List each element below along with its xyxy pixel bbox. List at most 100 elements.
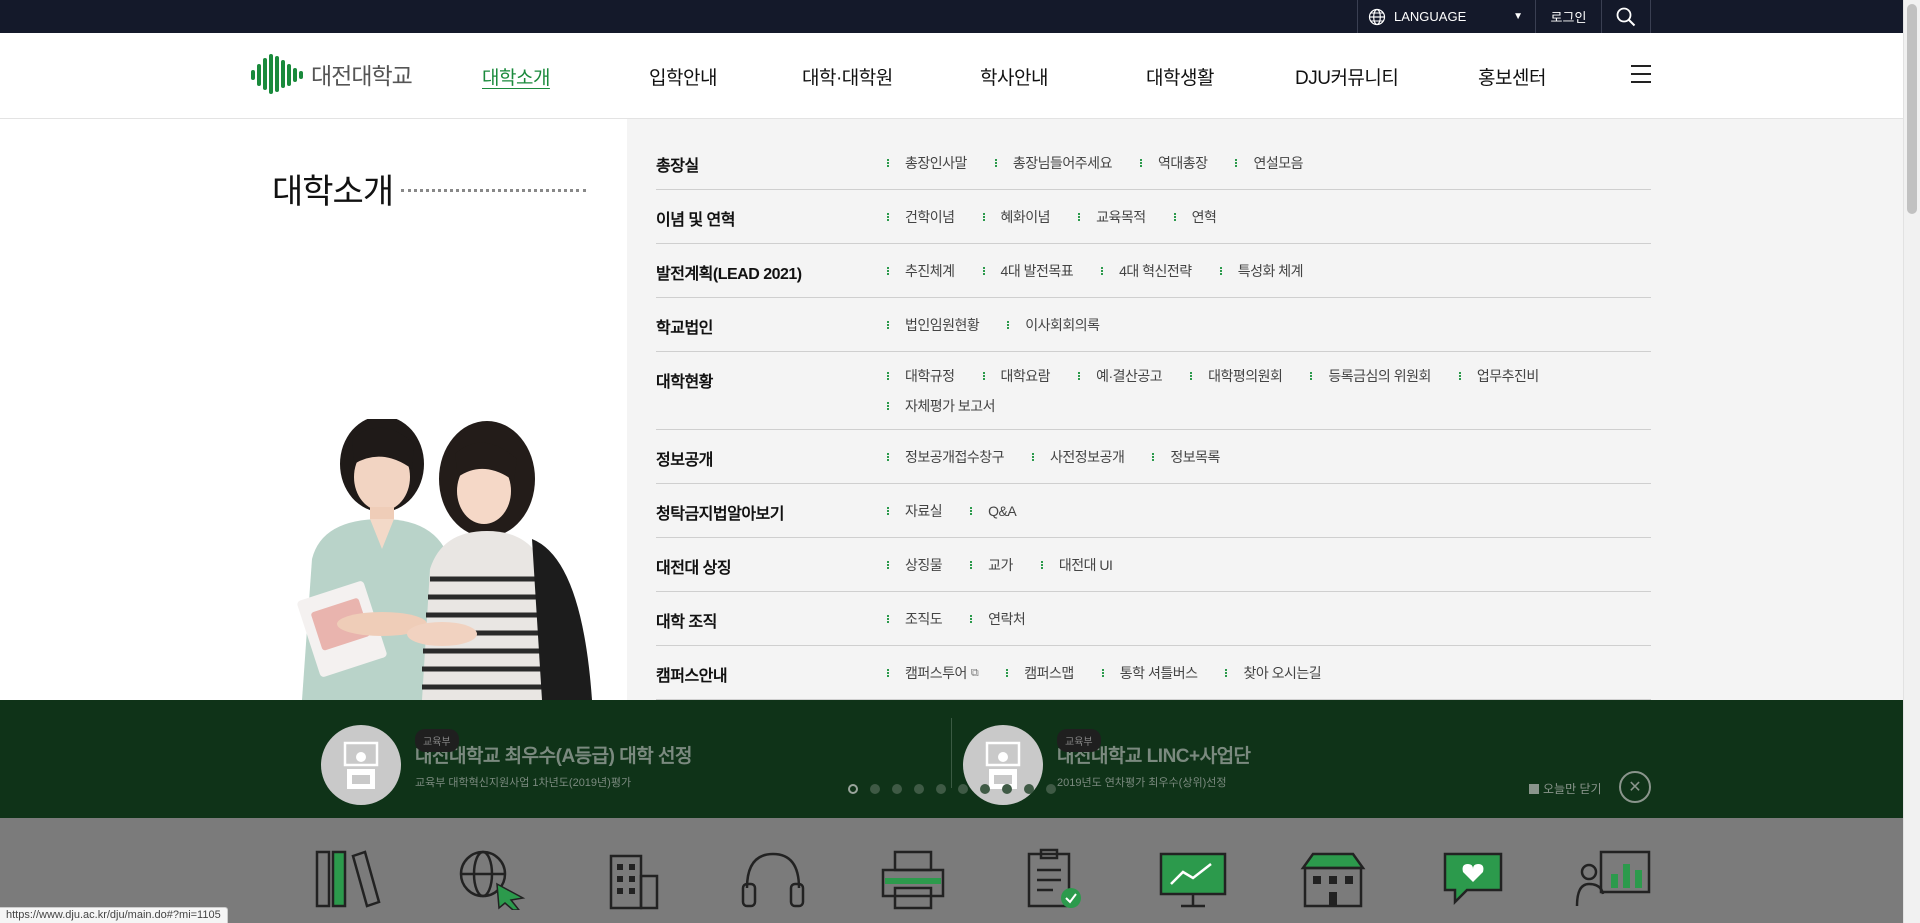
checkbox-icon	[1529, 783, 1539, 794]
header: 대전대학교 대학소개 입학안내 대학·대학원 학사안내 대학생활 DJU커뮤니티…	[0, 33, 1903, 119]
chat-heart-icon[interactable]	[1403, 848, 1543, 910]
language-selector[interactable]: LANGUAGE ▼	[1357, 0, 1535, 33]
dormitory-icon[interactable]	[1263, 848, 1403, 910]
menu-link[interactable]: 법인임원현황	[887, 312, 980, 338]
status-url: https://www.dju.ac.kr/dju/main.do#?mi=11…	[0, 907, 228, 923]
printer-icon[interactable]	[843, 848, 983, 910]
pager-dot[interactable]	[980, 784, 990, 794]
pager-dot[interactable]	[892, 784, 902, 794]
hamburger-menu-icon[interactable]	[1631, 65, 1651, 83]
nav-item-community[interactable]: DJU커뮤니티	[1295, 63, 1399, 90]
headset-icon[interactable]	[703, 848, 843, 910]
menu-link[interactable]: 연락처	[970, 606, 1026, 632]
menu-link[interactable]: 예·결산공고	[1078, 366, 1163, 386]
pager-dot[interactable]	[936, 784, 946, 794]
award-tag: 교육부	[1057, 728, 1101, 752]
menu-row-title[interactable]: 학교법인	[656, 312, 887, 338]
menu-link[interactable]: 정보목록	[1152, 444, 1220, 470]
menu-link[interactable]: 4대 발전목표	[983, 258, 1074, 284]
menu-link[interactable]: 등록금심의 위원회	[1310, 366, 1431, 386]
menu-row-title[interactable]: 청탁금지법알아보기	[656, 498, 887, 524]
menu-link[interactable]: 총장님들어주세요	[995, 150, 1113, 176]
menu-link[interactable]: 대학평의원회	[1190, 366, 1283, 386]
menu-link[interactable]: 교가	[970, 552, 1013, 578]
nav-item-pr-center[interactable]: 홍보센터	[1478, 63, 1546, 90]
chart-person-icon[interactable]	[1543, 848, 1683, 910]
menu-link[interactable]: Q&A	[970, 498, 1017, 524]
menu-link[interactable]: 자료실	[887, 498, 943, 524]
pager-dot[interactable]	[848, 784, 858, 794]
close-today-label: 오늘만 닫기	[1543, 782, 1602, 796]
menu-row: 학교법인 법인임원현황 이사회회의록	[656, 298, 1651, 352]
external-link-icon: ⧉	[970, 666, 979, 679]
menu-link[interactable]: 연설모음	[1235, 150, 1303, 176]
pager-dot[interactable]	[958, 784, 968, 794]
menu-link[interactable]: 혜화이념	[983, 204, 1051, 230]
menu-link[interactable]: 찾아 오시는길	[1225, 660, 1321, 686]
menu-row-title[interactable]: 총장실	[656, 150, 887, 176]
pager-dot[interactable]	[1002, 784, 1012, 794]
menu-row-title[interactable]: 이념 및 연혁	[656, 204, 887, 230]
menu-row-title[interactable]: 캠퍼스안내	[656, 660, 887, 686]
close-icon[interactable]: ✕	[1619, 771, 1651, 803]
pager-dot[interactable]	[870, 784, 880, 794]
login-button[interactable]: 로그인	[1535, 0, 1601, 33]
menu-row-title[interactable]: 정보공개	[656, 444, 887, 470]
divider	[951, 718, 952, 788]
menu-link[interactable]: 캠퍼스맵	[1006, 660, 1074, 686]
building-icon[interactable]	[563, 848, 703, 910]
pager-dot[interactable]	[914, 784, 924, 794]
menu-link[interactable]: 통학 셔틀버스	[1102, 660, 1198, 686]
menu-row: 이념 및 연혁 건학이념 혜화이념 교육목적 연혁	[656, 190, 1651, 244]
award-slide[interactable]: 교육부 대전대학교 최우수(A등급) 대학 선정 교육부 대학혁신지원사업 1차…	[321, 700, 692, 805]
menu-link-label: 캠퍼스투어	[905, 665, 967, 681]
menu-row-title[interactable]: 대전대 상징	[656, 552, 887, 578]
nav-item-academics[interactable]: 학사안내	[980, 63, 1048, 90]
menu-link[interactable]: 업무추진비	[1459, 366, 1539, 386]
menu-link[interactable]: 연혁	[1174, 204, 1217, 230]
menu-link[interactable]: 상징물	[887, 552, 943, 578]
menu-row: 정보공개 정보공개접수창구 사전정보공개 정보목록	[656, 430, 1651, 484]
menu-row-title[interactable]: 발전계획(LEAD 2021)	[656, 258, 887, 284]
menu-link[interactable]: 정보공개접수창구	[887, 444, 1005, 470]
award-subtitle: 교육부 대학혁신지원사업 1차년도(2019년)평가	[415, 776, 632, 789]
close-today-checkbox[interactable]: 오늘만 닫기	[1529, 780, 1602, 797]
menu-link[interactable]: 대학규정	[887, 366, 955, 386]
vertical-scrollbar[interactable]	[1903, 0, 1920, 923]
menu-link[interactable]: 추진체계	[887, 258, 955, 284]
menu-row-title[interactable]: 대학현황	[656, 366, 887, 416]
pager-dot[interactable]	[1046, 784, 1056, 794]
clipboard-check-icon[interactable]	[983, 848, 1123, 910]
menu-link[interactable]: 특성화 체계	[1220, 258, 1304, 284]
scrollbar-thumb[interactable]	[1907, 4, 1917, 214]
menu-link[interactable]: 이사회회의록	[1007, 312, 1100, 338]
caret-down-icon: ▼	[1513, 11, 1523, 22]
menu-link[interactable]: 교육목적	[1078, 204, 1146, 230]
menu-link-campus-tour[interactable]: 캠퍼스투어 ⧉	[887, 660, 979, 686]
search-button[interactable]	[1601, 0, 1651, 33]
presentation-icon[interactable]	[1123, 848, 1263, 910]
nav-item-colleges[interactable]: 대학·대학원	[802, 63, 893, 90]
quick-menu	[0, 818, 1903, 923]
language-label: LANGUAGE	[1394, 9, 1467, 24]
nav-item-about[interactable]: 대학소개	[482, 63, 550, 90]
menu-link[interactable]: 대학요람	[983, 366, 1051, 386]
lecturer-podium-icon	[321, 725, 401, 805]
nav-item-admission[interactable]: 입학안내	[649, 63, 717, 90]
menu-link[interactable]: 사전정보공개	[1032, 444, 1125, 470]
globe-click-icon[interactable]	[423, 848, 563, 910]
menu-link[interactable]: 역대총장	[1140, 150, 1208, 176]
award-slide[interactable]: 교육부 대전대학교 LINC+사업단 2019년도 연차평가 최우수(상위)선정	[963, 700, 1251, 805]
menu-row-title[interactable]: 대학 조직	[656, 606, 887, 632]
menu-link[interactable]: 자체평가 보고서	[887, 396, 996, 416]
menu-row: 대학 조직 조직도 연락처	[656, 592, 1651, 646]
menu-link[interactable]: 조직도	[887, 606, 943, 632]
menu-link[interactable]: 총장인사말	[887, 150, 967, 176]
menu-link[interactable]: 4대 혁신전략	[1101, 258, 1192, 284]
pager-dot[interactable]	[1024, 784, 1034, 794]
nav-item-campus-life[interactable]: 대학생활	[1146, 63, 1214, 90]
library-icon[interactable]	[283, 848, 423, 910]
search-icon	[1616, 7, 1636, 26]
menu-link[interactable]: 대전대 UI	[1041, 552, 1113, 578]
menu-link[interactable]: 건학이념	[887, 204, 955, 230]
